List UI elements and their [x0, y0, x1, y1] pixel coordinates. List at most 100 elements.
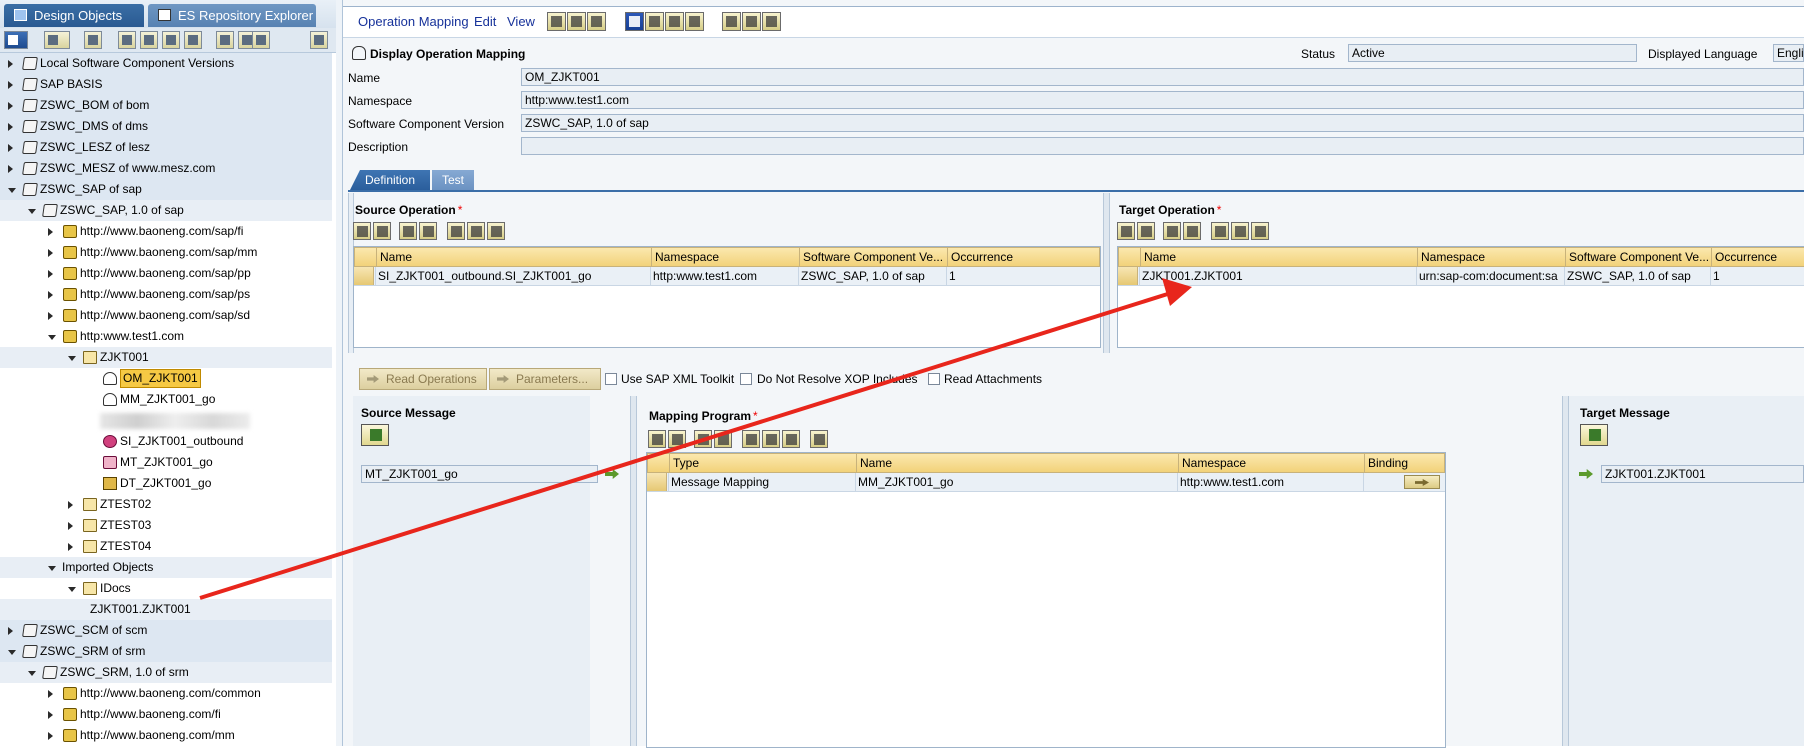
expand-toggle-icon[interactable] [68, 543, 73, 551]
tree-item[interactable]: ZTEST02 [0, 494, 332, 515]
tree-item[interactable]: ZSWC_DMS of dms [0, 116, 332, 137]
tree-item[interactable]: http:www.test1.com [0, 326, 332, 347]
move-down-row-button[interactable] [714, 430, 732, 448]
tree-item[interactable]: ZTEST04 [0, 536, 332, 557]
tree-item[interactable] [0, 410, 332, 431]
tree-item[interactable]: SI_ZJKT001_outbound [0, 431, 332, 452]
maximize-button[interactable] [310, 31, 328, 49]
col-occurrence[interactable]: Occurrence [947, 248, 1101, 266]
collapse-toggle-icon[interactable] [48, 335, 56, 340]
table-row[interactable]: Message Mapping MM_ZJKT001_go http:www.t… [647, 473, 1445, 492]
tree-item[interactable]: http://www.baoneng.com/sap/mm [0, 242, 332, 263]
parameters-button[interactable]: Parameters... [489, 368, 601, 390]
row-selector[interactable] [354, 267, 374, 285]
info-button[interactable] [625, 12, 644, 31]
expand-toggle-icon[interactable] [48, 228, 53, 236]
expand-toggle-icon[interactable] [8, 102, 13, 110]
tree-item[interactable]: ZJKT001 [0, 347, 332, 368]
col-name[interactable]: Name [376, 248, 651, 266]
col-namespace[interactable]: Namespace [1178, 454, 1364, 472]
expand-toggle-icon[interactable] [48, 291, 53, 299]
tree-item[interactable]: SAP BASIS [0, 74, 332, 95]
expand-toggle-icon[interactable] [8, 60, 13, 68]
use-sap-xml-toolkit-checkbox[interactable] [605, 373, 617, 385]
move-up-row-button[interactable] [694, 430, 712, 448]
expand-toggle-icon[interactable] [8, 123, 13, 131]
col-name[interactable]: Name [856, 454, 1178, 472]
tree-item[interactable]: ZSWC_LESZ of lesz [0, 137, 332, 158]
delete-line-button[interactable] [373, 222, 391, 240]
expand-toggle-icon[interactable] [48, 732, 53, 740]
target-splitter[interactable] [1562, 396, 1569, 746]
target-message-select-button[interactable] [1580, 424, 1608, 446]
insert-line-button[interactable] [648, 430, 666, 448]
table-row[interactable]: SI_ZJKT001_outbound.SI_ZJKT001_go http:w… [354, 267, 1100, 286]
tree-item[interactable]: ZSWC_SRM, 1.0 of srm [0, 662, 332, 683]
panel-splitter[interactable] [336, 0, 343, 746]
eraser-button[interactable] [645, 12, 664, 31]
tab-definition[interactable]: Definition [350, 170, 430, 190]
col-binding[interactable]: Binding [1364, 454, 1446, 472]
menu-edit[interactable]: Edit [474, 14, 496, 29]
expand-toggle-icon[interactable] [48, 312, 53, 320]
tree-item[interactable]: OM_ZJKT001 [0, 368, 332, 389]
collapse-toggle-icon[interactable] [68, 587, 76, 592]
tree-item[interactable]: http://www.baoneng.com/mm [0, 725, 332, 746]
source-message-select-button[interactable] [361, 424, 389, 446]
dependencies-button[interactable] [685, 12, 704, 31]
expand-toggle-icon[interactable] [48, 690, 53, 698]
collapse-toggle-icon[interactable] [8, 188, 16, 193]
col-namespace[interactable]: Namespace [651, 248, 799, 266]
tree-item[interactable]: ZSWC_SAP, 1.0 of sap [0, 200, 332, 221]
print-button[interactable] [722, 12, 741, 31]
do-not-resolve-xop-checkbox[interactable] [740, 373, 752, 385]
move-up-button[interactable] [184, 31, 202, 49]
document-button[interactable] [810, 430, 828, 448]
col-name[interactable]: Name [1140, 248, 1417, 266]
expand-toggle-icon[interactable] [8, 627, 13, 635]
insert-line-button[interactable] [353, 222, 371, 240]
tree-item[interactable]: Imported Objects [0, 557, 332, 578]
move-up-row-button[interactable] [399, 222, 417, 240]
col-swcv[interactable]: Software Component Ve... [799, 248, 947, 266]
insert-line-button[interactable] [1117, 222, 1135, 240]
table-button[interactable] [742, 12, 761, 31]
tree-item[interactable]: ZSWC_MESZ of www.mesz.com [0, 158, 332, 179]
tree-item[interactable]: http://www.baoneng.com/sap/fi [0, 221, 332, 242]
tree-item[interactable]: ZSWC_SRM of srm [0, 641, 332, 662]
tree-item[interactable]: Local Software Component Versions [0, 53, 332, 74]
move-up-row-button[interactable] [1163, 222, 1181, 240]
tree-item[interactable]: IDocs [0, 578, 332, 599]
tree-item[interactable]: DT_ZJKT001_go [0, 473, 332, 494]
copy-row-button[interactable] [467, 222, 485, 240]
tab-design-objects[interactable]: Design Objects [4, 4, 144, 27]
collapse-toggle-icon[interactable] [28, 671, 36, 676]
copy-row-button[interactable] [762, 430, 780, 448]
tree-item[interactable]: ZSWC_SCM of scm [0, 620, 332, 641]
where-used-button[interactable] [665, 12, 684, 31]
binoculars-button[interactable] [84, 31, 102, 49]
collapse-toggle-icon[interactable] [48, 566, 56, 571]
paste-button[interactable] [782, 430, 800, 448]
expand-toggle-icon[interactable] [48, 249, 53, 257]
collapse-button[interactable] [140, 31, 158, 49]
operation-splitter[interactable] [1103, 193, 1110, 353]
read-operations-button[interactable]: Read Operations [359, 368, 487, 390]
tree-item[interactable]: http://www.baoneng.com/sap/pp [0, 263, 332, 284]
cut-button[interactable] [1211, 222, 1229, 240]
collapse-toggle-icon[interactable] [68, 356, 76, 361]
cut-button[interactable] [447, 222, 465, 240]
tab-es-repository-explorer[interactable]: ES Repository Explorer [148, 4, 316, 27]
tree-item[interactable]: http://www.baoneng.com/sap/ps [0, 284, 332, 305]
col-swcv[interactable]: Software Component Ve... [1565, 248, 1711, 266]
filter-button[interactable] [44, 31, 70, 49]
paste-button[interactable] [1251, 222, 1269, 240]
delete-line-button[interactable] [668, 430, 686, 448]
expand-button[interactable] [118, 31, 136, 49]
tree-item[interactable]: MM_ZJKT001_go [0, 389, 332, 410]
funnel-button[interactable] [216, 31, 234, 49]
expand-toggle-icon[interactable] [8, 81, 13, 89]
expand-toggle-icon[interactable] [8, 165, 13, 173]
col-type[interactable]: Type [669, 454, 856, 472]
move-down-row-button[interactable] [419, 222, 437, 240]
